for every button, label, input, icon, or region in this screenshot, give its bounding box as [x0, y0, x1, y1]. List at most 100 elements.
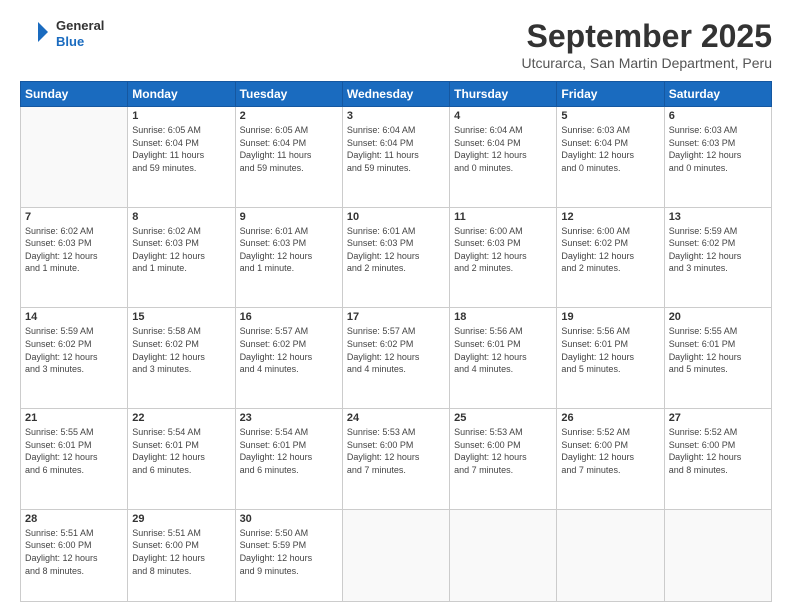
logo: General Blue	[20, 18, 104, 50]
day-number: 20	[669, 311, 767, 323]
calendar-weekday-sunday: Sunday	[21, 82, 128, 107]
calendar-cell-w4d3	[342, 509, 449, 601]
day-info: Sunrise: 5:56 AM Sunset: 6:01 PM Dayligh…	[454, 325, 552, 375]
calendar-week-0: 1 Sunrise: 6:05 AM Sunset: 6:04 PM Daylig…	[21, 107, 772, 208]
day-info: Sunrise: 6:04 AM Sunset: 6:04 PM Dayligh…	[347, 124, 445, 174]
day-number: 9	[240, 211, 338, 223]
day-number: 14	[25, 311, 123, 323]
calendar-cell-w0d3: 3 Sunrise: 6:04 AM Sunset: 6:04 PM Daylig…	[342, 107, 449, 208]
calendar-cell-w4d0: 28Sunrise: 5:51 AM Sunset: 6:00 PM Dayli…	[21, 509, 128, 601]
calendar-cell-w3d4: 25Sunrise: 5:53 AM Sunset: 6:00 PM Dayli…	[450, 409, 557, 510]
calendar-weekday-thursday: Thursday	[450, 82, 557, 107]
day-number: 17	[347, 311, 445, 323]
calendar-cell-w3d6: 27 Sunrise: 5:52 AM Sunset: 6:00 PM Dayli…	[664, 409, 771, 510]
day-info: Sunrise: 6:04 AM Sunset: 6:04 PM Dayligh…	[454, 124, 552, 174]
day-info: Sunrise: 6:00 AM Sunset: 6:03 PM Dayligh…	[454, 225, 552, 275]
calendar-weekday-friday: Friday	[557, 82, 664, 107]
day-number: 12	[561, 211, 659, 223]
calendar-cell-w4d2: 30Sunrise: 5:50 AM Sunset: 5:59 PM Dayli…	[235, 509, 342, 601]
logo-svg	[20, 18, 52, 50]
logo-general: General	[56, 18, 104, 34]
calendar-cell-w3d5: 26 Sunrise: 5:52 AM Sunset: 6:00 PM Dayli…	[557, 409, 664, 510]
calendar-cell-w0d5: 5Sunrise: 6:03 AM Sunset: 6:04 PM Daylig…	[557, 107, 664, 208]
day-info: Sunrise: 5:54 AM Sunset: 6:01 PM Dayligh…	[240, 426, 338, 476]
day-info: Sunrise: 5:51 AM Sunset: 6:00 PM Dayligh…	[132, 527, 230, 577]
day-info: Sunrise: 6:02 AM Sunset: 6:03 PM Dayligh…	[132, 225, 230, 275]
calendar-week-3: 21 Sunrise: 5:55 AM Sunset: 6:01 PM Dayli…	[21, 409, 772, 510]
calendar-cell-w4d5	[557, 509, 664, 601]
day-number: 2	[240, 110, 338, 122]
day-number: 16	[240, 311, 338, 323]
calendar-cell-w2d1: 15 Sunrise: 5:58 AM Sunset: 6:02 PM Dayli…	[128, 308, 235, 409]
calendar-cell-w1d1: 8Sunrise: 6:02 AM Sunset: 6:03 PM Daylig…	[128, 207, 235, 308]
day-info: Sunrise: 5:52 AM Sunset: 6:00 PM Dayligh…	[669, 426, 767, 476]
calendar-header-row: SundayMondayTuesdayWednesdayThursdayFrid…	[21, 82, 772, 107]
day-number: 7	[25, 211, 123, 223]
calendar-table: SundayMondayTuesdayWednesdayThursdayFrid…	[20, 81, 772, 602]
calendar-week-2: 14 Sunrise: 5:59 AM Sunset: 6:02 PM Dayli…	[21, 308, 772, 409]
calendar-cell-w0d1: 1 Sunrise: 6:05 AM Sunset: 6:04 PM Daylig…	[128, 107, 235, 208]
day-info: Sunrise: 5:50 AM Sunset: 5:59 PM Dayligh…	[240, 527, 338, 577]
day-number: 10	[347, 211, 445, 223]
day-info: Sunrise: 5:51 AM Sunset: 6:00 PM Dayligh…	[25, 527, 123, 577]
day-number: 3	[347, 110, 445, 122]
calendar-weekday-wednesday: Wednesday	[342, 82, 449, 107]
day-info: Sunrise: 5:57 AM Sunset: 6:02 PM Dayligh…	[347, 325, 445, 375]
day-number: 26	[561, 412, 659, 424]
day-info: Sunrise: 5:56 AM Sunset: 6:01 PM Dayligh…	[561, 325, 659, 375]
day-number: 27	[669, 412, 767, 424]
calendar-cell-w3d3: 24 Sunrise: 5:53 AM Sunset: 6:00 PM Dayli…	[342, 409, 449, 510]
day-number: 1	[132, 110, 230, 122]
calendar-cell-w0d2: 2Sunrise: 6:05 AM Sunset: 6:04 PM Daylig…	[235, 107, 342, 208]
calendar-week-4: 28Sunrise: 5:51 AM Sunset: 6:00 PM Dayli…	[21, 509, 772, 601]
day-number: 21	[25, 412, 123, 424]
day-info: Sunrise: 6:03 AM Sunset: 6:03 PM Dayligh…	[669, 124, 767, 174]
calendar-cell-w2d3: 17 Sunrise: 5:57 AM Sunset: 6:02 PM Dayli…	[342, 308, 449, 409]
page: General Blue September 2025 Utcurarca, S…	[0, 0, 792, 612]
logo-blue: Blue	[56, 34, 104, 50]
location: Utcurarca, San Martin Department, Peru	[521, 55, 772, 71]
day-info: Sunrise: 6:05 AM Sunset: 6:04 PM Dayligh…	[132, 124, 230, 174]
calendar-cell-w3d0: 21 Sunrise: 5:55 AM Sunset: 6:01 PM Dayli…	[21, 409, 128, 510]
title-area: September 2025 Utcurarca, San Martin Dep…	[521, 18, 772, 71]
calendar-cell-w4d6	[664, 509, 771, 601]
day-info: Sunrise: 5:52 AM Sunset: 6:00 PM Dayligh…	[561, 426, 659, 476]
day-number: 24	[347, 412, 445, 424]
day-info: Sunrise: 5:59 AM Sunset: 6:02 PM Dayligh…	[669, 225, 767, 275]
day-info: Sunrise: 5:58 AM Sunset: 6:02 PM Dayligh…	[132, 325, 230, 375]
calendar-cell-w2d6: 20Sunrise: 5:55 AM Sunset: 6:01 PM Dayli…	[664, 308, 771, 409]
day-number: 18	[454, 311, 552, 323]
calendar-cell-w0d0	[21, 107, 128, 208]
calendar-cell-w0d6: 6 Sunrise: 6:03 AM Sunset: 6:03 PM Daylig…	[664, 107, 771, 208]
calendar-cell-w2d5: 19Sunrise: 5:56 AM Sunset: 6:01 PM Dayli…	[557, 308, 664, 409]
day-info: Sunrise: 6:00 AM Sunset: 6:02 PM Dayligh…	[561, 225, 659, 275]
calendar-cell-w1d3: 10Sunrise: 6:01 AM Sunset: 6:03 PM Dayli…	[342, 207, 449, 308]
calendar-cell-w2d2: 16 Sunrise: 5:57 AM Sunset: 6:02 PM Dayli…	[235, 308, 342, 409]
calendar-cell-w2d4: 18 Sunrise: 5:56 AM Sunset: 6:01 PM Dayli…	[450, 308, 557, 409]
calendar-weekday-saturday: Saturday	[664, 82, 771, 107]
calendar-cell-w3d2: 23 Sunrise: 5:54 AM Sunset: 6:01 PM Dayli…	[235, 409, 342, 510]
day-number: 4	[454, 110, 552, 122]
day-info: Sunrise: 5:53 AM Sunset: 6:00 PM Dayligh…	[347, 426, 445, 476]
day-number: 25	[454, 412, 552, 424]
calendar-cell-w2d0: 14 Sunrise: 5:59 AM Sunset: 6:02 PM Dayli…	[21, 308, 128, 409]
day-number: 15	[132, 311, 230, 323]
day-info: Sunrise: 5:57 AM Sunset: 6:02 PM Dayligh…	[240, 325, 338, 375]
day-info: Sunrise: 5:59 AM Sunset: 6:02 PM Dayligh…	[25, 325, 123, 375]
calendar-cell-w1d0: 7 Sunrise: 6:02 AM Sunset: 6:03 PM Daylig…	[21, 207, 128, 308]
day-number: 29	[132, 513, 230, 525]
calendar-cell-w0d4: 4 Sunrise: 6:04 AM Sunset: 6:04 PM Daylig…	[450, 107, 557, 208]
calendar-cell-w1d4: 11Sunrise: 6:00 AM Sunset: 6:03 PM Dayli…	[450, 207, 557, 308]
day-info: Sunrise: 6:03 AM Sunset: 6:04 PM Dayligh…	[561, 124, 659, 174]
day-info: Sunrise: 5:55 AM Sunset: 6:01 PM Dayligh…	[25, 426, 123, 476]
calendar-cell-w1d6: 13Sunrise: 5:59 AM Sunset: 6:02 PM Dayli…	[664, 207, 771, 308]
day-number: 23	[240, 412, 338, 424]
day-info: Sunrise: 6:02 AM Sunset: 6:03 PM Dayligh…	[25, 225, 123, 275]
calendar-cell-w4d1: 29 Sunrise: 5:51 AM Sunset: 6:00 PM Dayli…	[128, 509, 235, 601]
calendar-cell-w1d2: 9Sunrise: 6:01 AM Sunset: 6:03 PM Daylig…	[235, 207, 342, 308]
calendar-weekday-monday: Monday	[128, 82, 235, 107]
calendar-cell-w1d5: 12 Sunrise: 6:00 AM Sunset: 6:02 PM Dayli…	[557, 207, 664, 308]
header: General Blue September 2025 Utcurarca, S…	[20, 18, 772, 71]
day-number: 6	[669, 110, 767, 122]
month-title: September 2025	[521, 18, 772, 55]
